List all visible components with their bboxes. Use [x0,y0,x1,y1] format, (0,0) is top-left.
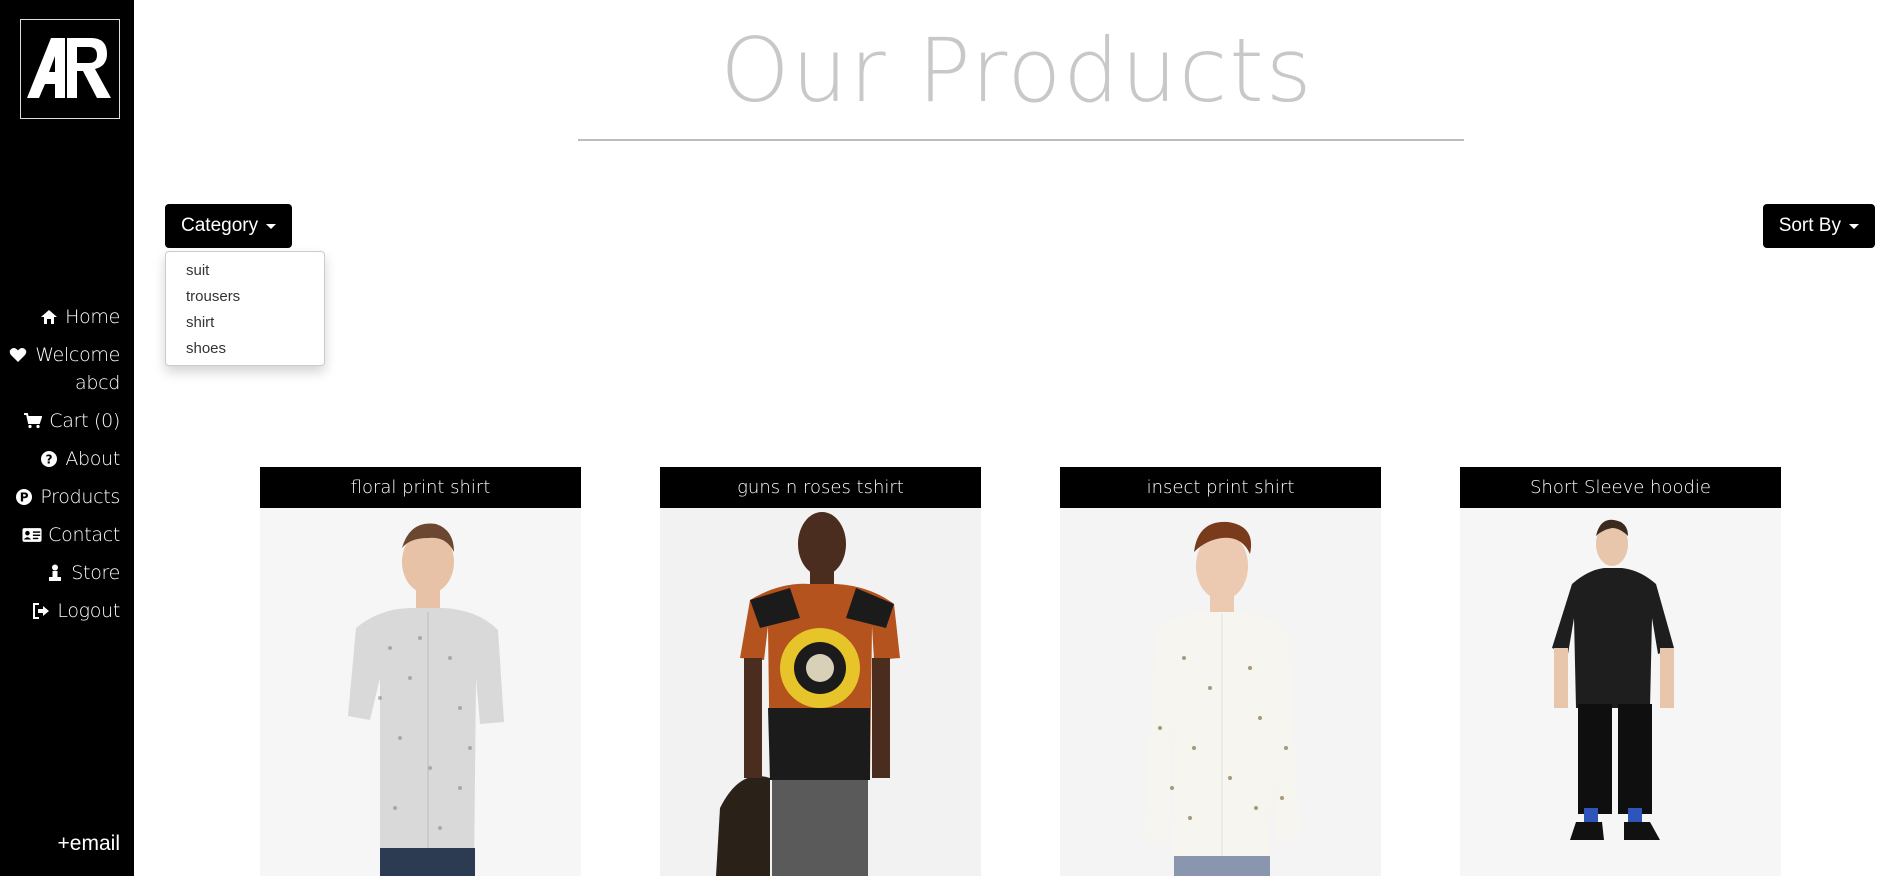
email-link[interactable]: +email [58,832,120,856]
page-title: Our Products [720,19,1314,122]
sidebar: Home Welcome abcd Cart (0) ? About P Pro… [0,0,134,876]
svg-text:P: P [20,491,29,505]
sidebar-item-label: Contact [48,524,120,546]
product-card[interactable]: floral print shirt [260,467,581,876]
product-image[interactable] [1460,508,1781,876]
sort-button-label: Sort By [1778,215,1841,236]
product-card[interactable]: guns n roses tshirt [660,467,981,876]
sidebar-item-logout[interactable]: Logout [8,597,120,625]
home-icon [39,303,59,331]
product-card[interactable]: insect print shirt [1060,467,1381,876]
category-dropdown-button[interactable]: Category [165,204,293,248]
svg-text:?: ? [46,453,53,467]
sort-by-dropdown-button[interactable]: Sort By [1762,204,1875,248]
product-title: floral print shirt [260,467,581,508]
product-image[interactable] [260,508,581,876]
sidebar-nav: Home Welcome abcd Cart (0) ? About P Pro… [8,303,120,635]
sidebar-item-label: Store [71,562,120,584]
product-title: Short Sleeve hoodie [1460,467,1781,508]
sidebar-item-label: Logout [57,600,120,622]
sidebar-item-about[interactable]: ? About [8,445,120,473]
logout-icon [31,597,51,625]
sidebar-item-label: Products [40,486,120,508]
sidebar-item-home[interactable]: Home [8,303,120,331]
product-image[interactable] [660,508,981,876]
sidebar-item-label: Cart (0) [49,410,120,432]
brand-logo[interactable] [20,19,120,119]
category-option-suit[interactable]: suit [166,258,324,284]
sidebar-item-label: About [65,448,120,470]
sidebar-item-welcome[interactable]: Welcome abcd [8,341,120,397]
question-circle-icon: ? [39,445,59,473]
sidebar-item-cart[interactable]: Cart (0) [8,407,120,435]
category-option-trousers[interactable]: trousers [166,284,324,310]
product-title: insect print shirt [1060,467,1381,508]
cart-icon [23,407,43,435]
category-dropdown-menu: suit trousers shirt shoes [165,251,325,366]
title-divider [578,139,1464,141]
product-card[interactable]: Short Sleeve hoodie [1460,467,1781,876]
category-option-shoes[interactable]: shoes [166,336,324,362]
sidebar-item-label: Home [65,306,120,328]
sidebar-item-store[interactable]: Store [8,559,120,587]
sidebar-item-contact[interactable]: Contact [8,521,120,549]
product-image[interactable] [1060,508,1381,876]
contact-card-icon [22,521,42,549]
caret-down-icon [266,223,277,229]
sidebar-item-products[interactable]: P Products [8,483,120,511]
sidebar-item-label: Welcome abcd [35,344,120,394]
product-title: guns n roses tshirt [660,467,981,508]
heart-icon [8,341,28,369]
store-person-icon [45,559,65,587]
category-option-shirt[interactable]: shirt [166,310,324,336]
product-p-icon: P [14,483,34,511]
caret-down-icon [1849,223,1859,229]
category-button-label: Category [181,215,259,236]
